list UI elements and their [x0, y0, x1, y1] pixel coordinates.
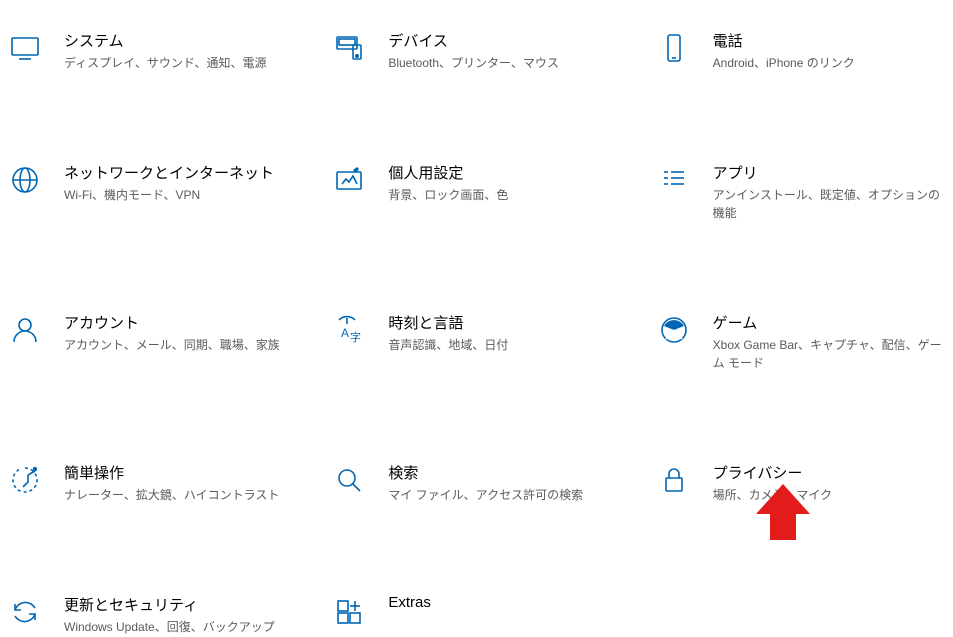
settings-item-update-security[interactable]: 更新とセキュリティ Windows Update、回復、バックアップ	[0, 594, 304, 636]
item-desc: Wi-Fi、機内モード、VPN	[64, 187, 274, 204]
item-desc: 背景、ロック画面、色	[388, 187, 508, 204]
settings-item-accounts[interactable]: アカウント アカウント、メール、同期、職場、家族	[0, 312, 304, 372]
item-desc: アンインストール、既定値、オプションの機能	[713, 187, 945, 222]
item-title: ゲーム	[713, 312, 945, 333]
item-desc: ナレーター、拡大鏡、ハイコントラスト	[64, 487, 279, 504]
item-desc: ディスプレイ、サウンド、通知、電源	[64, 55, 266, 72]
item-title: アプリ	[713, 162, 945, 183]
item-title: 時刻と言語	[388, 312, 508, 333]
item-title: 個人用設定	[388, 162, 508, 183]
apps-icon	[649, 162, 699, 196]
network-icon	[0, 162, 50, 196]
settings-item-gaming[interactable]: ゲーム Xbox Game Bar、キャプチャ、配信、ゲーム モード	[649, 312, 953, 372]
system-icon	[0, 30, 50, 64]
settings-item-extras[interactable]: Extras	[324, 594, 628, 636]
item-title: 電話	[713, 30, 855, 51]
item-title: 更新とセキュリティ	[64, 594, 275, 615]
item-title: アカウント	[64, 312, 280, 333]
update-security-icon	[0, 594, 50, 628]
item-title: デバイス	[388, 30, 559, 51]
gaming-icon	[649, 312, 699, 346]
item-desc: Windows Update、回復、バックアップ	[64, 619, 275, 636]
item-desc: アカウント、メール、同期、職場、家族	[64, 337, 280, 354]
ease-of-access-icon	[0, 462, 50, 496]
item-desc: Bluetooth、プリンター、マウス	[388, 55, 559, 72]
svg-text:A: A	[341, 326, 349, 340]
item-desc: Xbox Game Bar、キャプチャ、配信、ゲーム モード	[713, 337, 945, 372]
item-title: Extras	[388, 594, 431, 611]
item-desc: Android、iPhone のリンク	[713, 55, 855, 72]
accounts-icon	[0, 312, 50, 346]
personalization-icon	[324, 162, 374, 196]
item-title: プライバシー	[713, 462, 833, 483]
phone-icon	[649, 30, 699, 64]
privacy-icon	[649, 462, 699, 496]
item-desc: マイ ファイル、アクセス許可の検索	[388, 487, 583, 504]
time-language-icon: A字	[324, 312, 374, 346]
settings-grid: システム ディスプレイ、サウンド、通知、電源 デバイス Bluetooth、プリ…	[0, 0, 953, 637]
item-title: システム	[64, 30, 266, 51]
item-desc: 音声認識、地域、日付	[388, 337, 508, 354]
settings-item-phone[interactable]: 電話 Android、iPhone のリンク	[649, 30, 953, 72]
settings-item-network[interactable]: ネットワークとインターネット Wi-Fi、機内モード、VPN	[0, 162, 304, 222]
settings-item-personalization[interactable]: 個人用設定 背景、ロック画面、色	[324, 162, 628, 222]
svg-text:字: 字	[350, 330, 361, 344]
search-icon	[324, 462, 374, 496]
devices-icon	[324, 30, 374, 64]
annotation-arrow-icon	[756, 484, 810, 545]
item-title: 簡単操作	[64, 462, 279, 483]
settings-item-system[interactable]: システム ディスプレイ、サウンド、通知、電源	[0, 30, 304, 72]
settings-item-devices[interactable]: デバイス Bluetooth、プリンター、マウス	[324, 30, 628, 72]
settings-item-apps[interactable]: アプリ アンインストール、既定値、オプションの機能	[649, 162, 953, 222]
extras-icon	[324, 594, 374, 628]
item-title: ネットワークとインターネット	[64, 162, 274, 183]
settings-item-search[interactable]: 検索 マイ ファイル、アクセス許可の検索	[324, 462, 628, 504]
settings-item-time-language[interactable]: A字 時刻と言語 音声認識、地域、日付	[324, 312, 628, 372]
item-title: 検索	[388, 462, 583, 483]
settings-item-ease-of-access[interactable]: 簡単操作 ナレーター、拡大鏡、ハイコントラスト	[0, 462, 304, 504]
